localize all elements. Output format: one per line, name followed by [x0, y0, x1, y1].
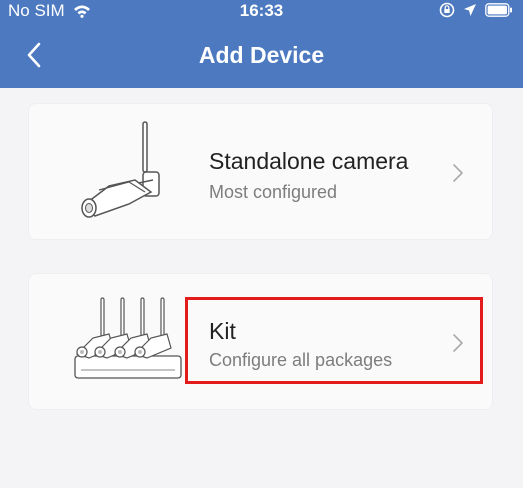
standalone-camera-title: Standalone camera — [209, 148, 409, 174]
nav-bar: Add Device — [0, 30, 523, 80]
app-header: No SIM 16:33 Add Device — [0, 0, 523, 88]
camera-illustration — [81, 121, 160, 218]
orientation-lock-icon — [439, 2, 455, 18]
kit-illustration — [74, 297, 182, 379]
status-bar: No SIM 16:33 — [0, 0, 523, 24]
status-icons — [439, 2, 513, 18]
standalone-camera-option[interactable]: Standalone camera Most configured — [28, 103, 493, 240]
location-arrow-icon — [464, 4, 476, 16]
chevron-right-icon — [453, 164, 463, 182]
battery-icon — [485, 3, 512, 17]
page-title: Add Device — [198, 42, 325, 68]
standalone-camera-subtitle: Most configured — [209, 182, 338, 202]
kit-highlight-box — [185, 297, 483, 384]
